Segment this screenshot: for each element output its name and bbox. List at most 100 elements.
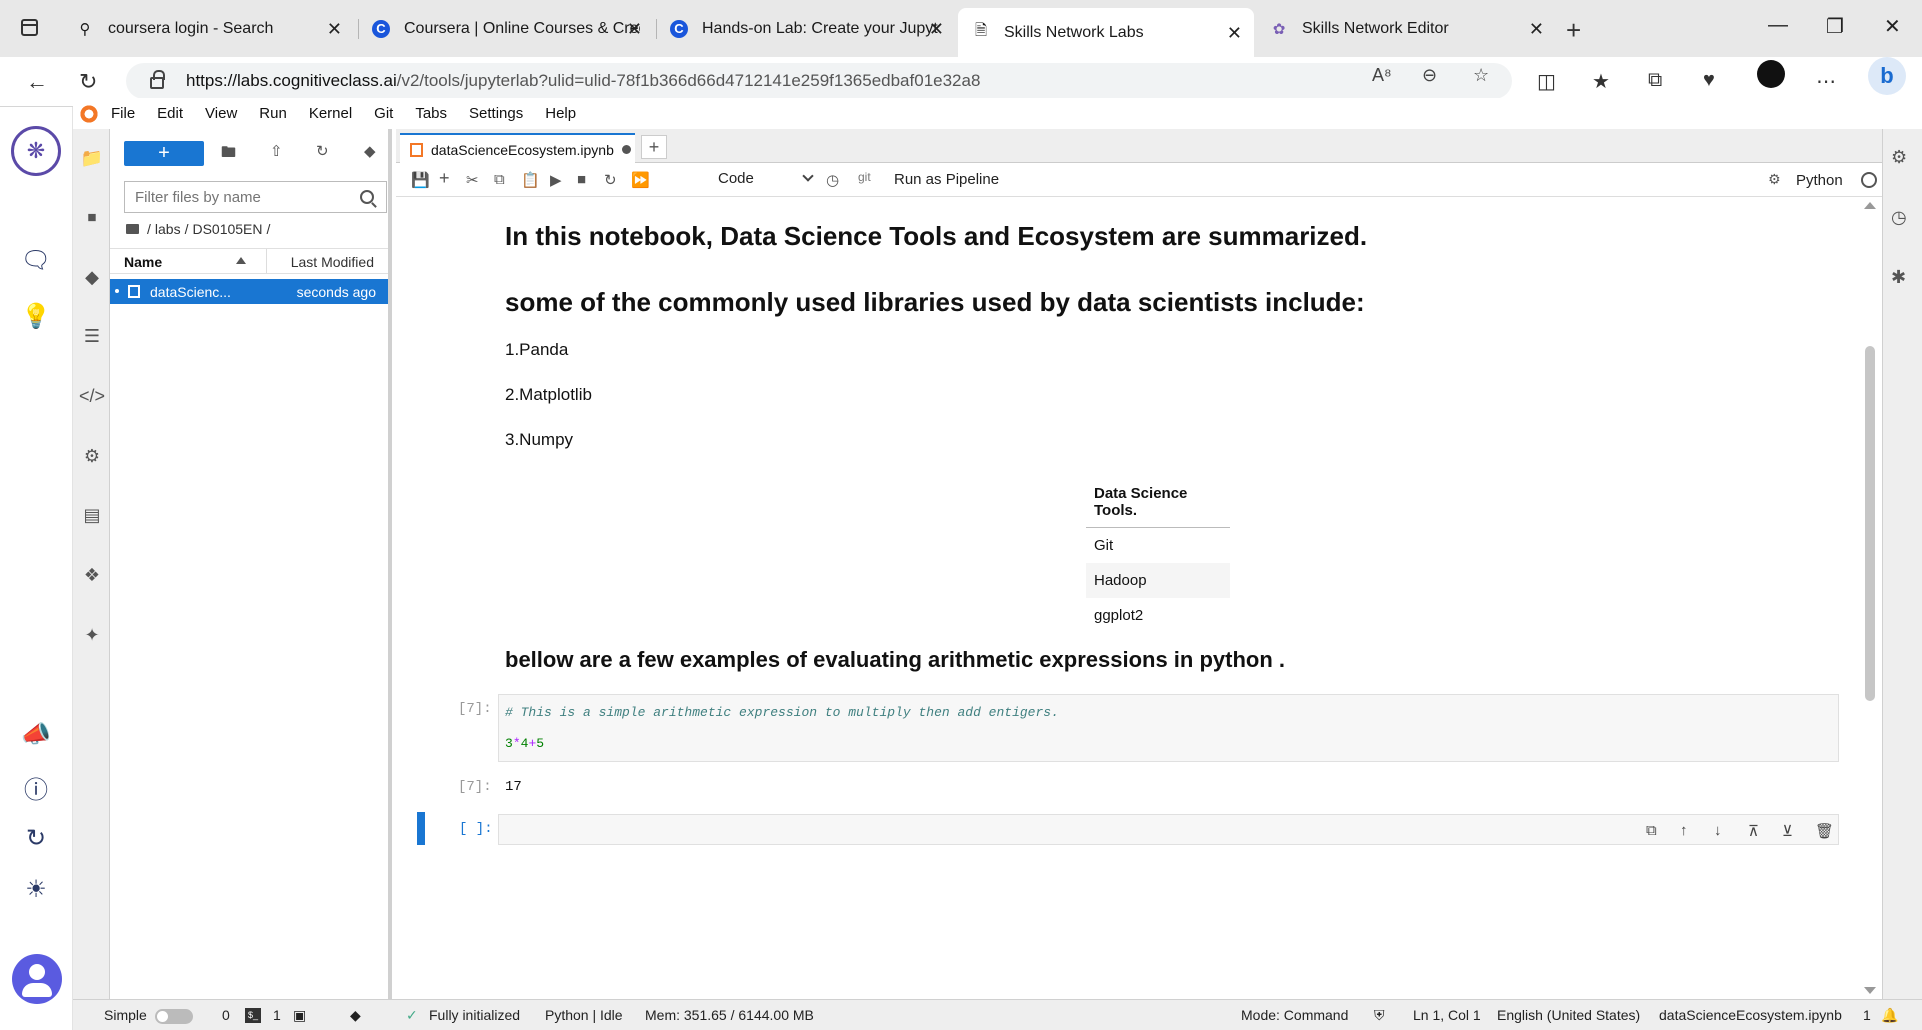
close-icon[interactable]: ✕ — [627, 19, 642, 40]
cursor-position[interactable]: Ln 1, Col 1 — [1413, 1007, 1481, 1023]
terminal-icon[interactable]: $_ — [245, 1008, 261, 1023]
run-as-pipeline-button[interactable]: Run as Pipeline — [894, 171, 999, 188]
column-name-header[interactable]: Name — [124, 254, 162, 270]
menu-kernel[interactable]: Kernel — [309, 105, 352, 122]
empty-code-cell[interactable]: ⧉ ↑ ↓ ⊼ ⊻ 🗑 — [498, 814, 1839, 845]
insert-below-icon[interactable]: ⊻ — [1782, 822, 1793, 840]
breadcrumb-labs[interactable]: labs — [155, 221, 181, 237]
lsp-status[interactable]: Fully initialized — [429, 1007, 520, 1023]
components-icon[interactable]: ❖ — [79, 562, 105, 588]
insert-above-icon[interactable]: ⊼ — [1748, 822, 1759, 840]
read-aloud-icon[interactable]: A⁸ — [1372, 65, 1392, 86]
git-clone-icon[interactable]: ◆ — [364, 142, 376, 160]
trusted-shield-icon[interactable]: ⛨ — [1374, 1007, 1385, 1024]
insert-cell-icon[interactable]: + — [439, 168, 450, 189]
browser-tab-hands-on-lab[interactable]: C Hands-on Lab: Create your Jupyt ✕ — [656, 10, 956, 47]
column-modified-header[interactable]: Last Modified — [291, 254, 374, 270]
folder-icon[interactable] — [126, 224, 139, 234]
filter-files-field[interactable] — [124, 181, 387, 213]
scrollbar-thumb[interactable] — [1865, 346, 1875, 701]
unsaved-dot-icon[interactable] — [622, 145, 631, 154]
collections-icon[interactable]: ⧉ — [1648, 69, 1662, 92]
chat-icon[interactable]: 🗨 — [20, 244, 52, 276]
resource-usage-icon[interactable]: ◷ — [1891, 207, 1907, 228]
simple-mode-toggle[interactable] — [155, 1009, 193, 1024]
move-up-icon[interactable]: ↑ — [1680, 822, 1688, 839]
tab-actions-icon[interactable] — [21, 19, 38, 36]
browser-essentials-icon[interactable]: ♥ — [1703, 69, 1715, 92]
upload-icon[interactable]: ⇧ — [270, 142, 283, 160]
move-down-icon[interactable]: ↓ — [1714, 822, 1722, 839]
url-field[interactable]: https://labs.cognitiveclass.ai/v2/tools/… — [126, 63, 1512, 99]
table-of-contents-icon[interactable]: ☰ — [79, 323, 105, 349]
run-icon[interactable]: ▶ — [550, 171, 562, 189]
paste-icon[interactable]: 📋 — [521, 171, 540, 189]
menu-settings[interactable]: Settings — [469, 105, 523, 122]
scroll-down-icon[interactable] — [1864, 987, 1876, 994]
add-tab-button[interactable]: + — [641, 135, 667, 159]
terminal-count[interactable]: 0 — [222, 1007, 230, 1023]
git-diff-label[interactable]: git — [858, 170, 871, 184]
favorite-star-icon[interactable]: ☆ — [1473, 65, 1489, 86]
more-options-icon[interactable]: ⋯ — [1816, 69, 1836, 94]
notification-bell-icon[interactable]: 🔔 — [1881, 1007, 1898, 1024]
folder-icon[interactable]: 📁 — [79, 145, 105, 171]
close-icon[interactable]: ✕ — [929, 19, 944, 40]
filter-files-input[interactable] — [125, 188, 360, 206]
megaphone-icon[interactable]: 📣 — [20, 718, 52, 750]
new-launcher-button[interactable]: + — [124, 141, 204, 166]
back-arrow-icon[interactable]: ← — [26, 69, 48, 95]
git-status-icon[interactable]: ◆ — [350, 1007, 361, 1024]
menu-view[interactable]: View — [205, 105, 237, 122]
kernel-name[interactable]: Python — [1796, 172, 1843, 189]
menu-git[interactable]: Git — [374, 105, 393, 122]
menu-help[interactable]: Help — [545, 105, 576, 122]
notebook-scrollbar[interactable] — [1862, 200, 1876, 996]
help-icon[interactable]: ⓘ — [20, 771, 52, 804]
delete-cell-icon[interactable]: 🗑 — [1815, 822, 1834, 840]
restore-icon[interactable]: ❐ — [1826, 14, 1844, 39]
profile-avatar[interactable] — [1757, 60, 1785, 88]
refresh-icon[interactable]: ↻ — [79, 69, 97, 95]
kernel-count[interactable]: 1 — [273, 1007, 281, 1023]
git-icon[interactable]: ◆ — [79, 264, 105, 290]
browser-tab-coursera[interactable]: C Coursera | Online Courses & Crec ✕ — [358, 10, 654, 47]
zoom-out-icon[interactable]: ⊖ — [1422, 65, 1437, 86]
browser-tab-search[interactable]: ⚲ coursera login - Search ✕ — [62, 10, 354, 47]
menu-file[interactable]: File — [111, 105, 135, 122]
user-avatar[interactable] — [12, 954, 62, 1004]
new-folder-icon[interactable]: 🖿 — [221, 142, 236, 167]
restart-kernel-icon[interactable]: ↻ — [604, 171, 617, 189]
file-list-item[interactable]: dataScienc... seconds ago — [110, 279, 388, 304]
menu-tabs[interactable]: Tabs — [415, 105, 447, 122]
favorites-icon[interactable]: ★ — [1592, 69, 1610, 94]
clock-icon[interactable]: ◷ — [826, 171, 839, 189]
restart-run-all-icon[interactable]: ⏩ — [631, 171, 650, 189]
language-indicator[interactable]: English (United States) — [1497, 1007, 1640, 1023]
kernel-chip-icon[interactable]: ▣ — [293, 1007, 306, 1024]
save-icon[interactable]: 💾 — [411, 171, 430, 189]
running-stop-icon[interactable]: ⏹ — [79, 204, 105, 230]
close-icon[interactable]: ✕ — [1529, 19, 1544, 40]
property-inspector-icon[interactable]: ⚙ — [1891, 147, 1907, 168]
cell-type-select[interactable]: Code — [718, 170, 814, 187]
extension-puzzle-icon[interactable]: ✦ — [79, 622, 105, 648]
breadcrumb-ds0105en[interactable]: DS0105EN — [192, 221, 262, 237]
minimize-icon[interactable]: — — [1768, 14, 1788, 37]
theme-sun-icon[interactable]: ☀ — [20, 873, 52, 905]
bing-copilot-icon[interactable]: b — [1868, 57, 1906, 95]
stop-icon[interactable]: ■ — [577, 171, 586, 188]
duplicate-cell-icon[interactable]: ⧉ — [1646, 822, 1657, 839]
refresh-files-icon[interactable]: ↻ — [316, 142, 329, 160]
code-cell-editor[interactable]: # This is a simple arithmetic expression… — [498, 694, 1839, 762]
menu-edit[interactable]: Edit — [157, 105, 183, 122]
browser-tab-skills-network-editor[interactable]: ✿ Skills Network Editor ✕ — [1256, 10, 1556, 47]
skills-network-logo[interactable]: ❋ — [11, 126, 61, 176]
browser-tab-skills-network-labs[interactable]: 🗎 Skills Network Labs ✕ — [958, 8, 1254, 57]
notebook-tab[interactable]: dataScienceEcosystem.ipynb — [400, 133, 635, 164]
cut-icon[interactable]: ✂ — [466, 171, 479, 189]
menu-run[interactable]: Run — [259, 105, 287, 122]
property-inspector-icon[interactable]: ⚙ — [79, 443, 105, 469]
copy-icon[interactable]: ⧉ — [494, 171, 505, 188]
scroll-up-icon[interactable] — [1864, 202, 1876, 209]
